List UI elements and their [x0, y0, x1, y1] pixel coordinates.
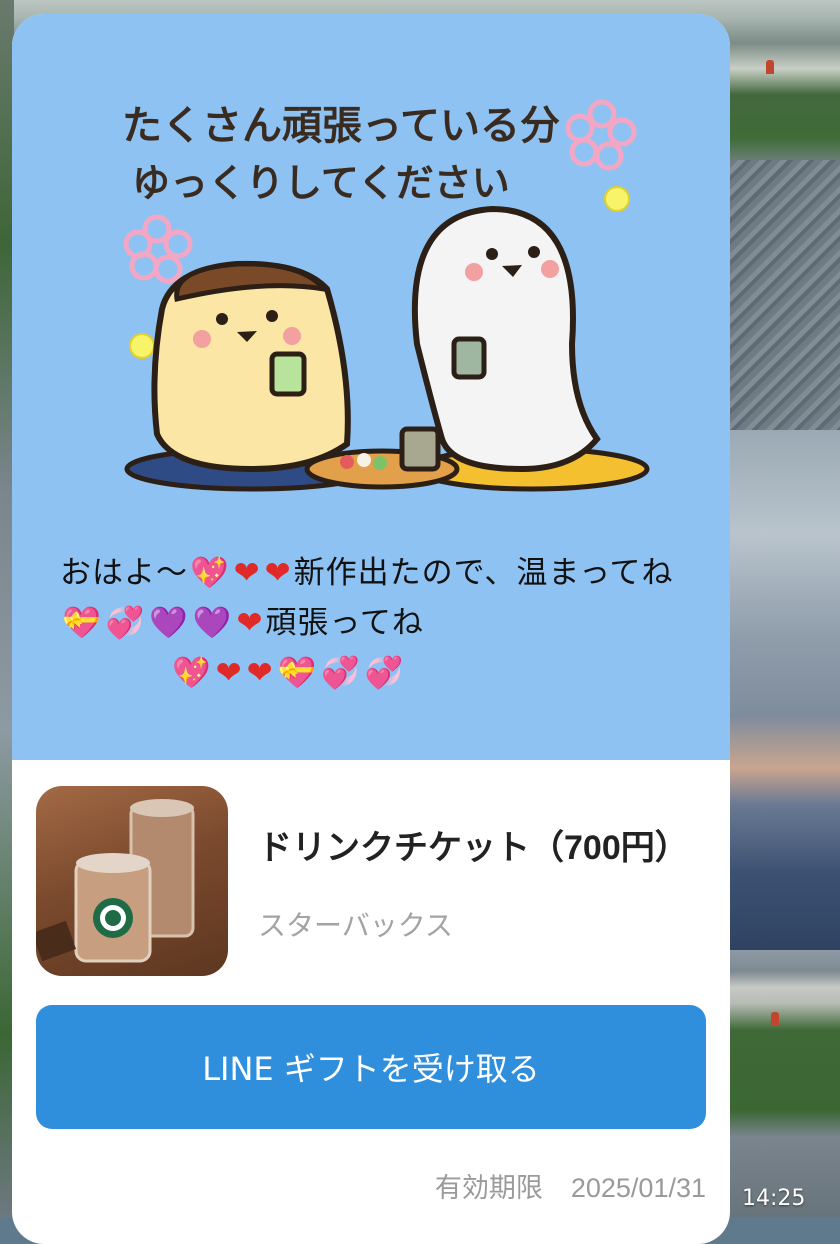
- sparkling-heart-icon: 💖: [190, 555, 230, 591]
- flower-icon: [123, 214, 193, 284]
- message-text-part: 頑張ってね: [265, 605, 424, 641]
- flower-icon: [565, 99, 637, 171]
- gift-heart-icon: 💝: [277, 655, 318, 691]
- background-photo-rock: [730, 160, 840, 430]
- sticker-caption-line1: たくさん頑張っている分: [122, 103, 560, 149]
- expiry-info: 有効期限 2025/01/31: [435, 1166, 706, 1205]
- background-photo-shore: [730, 950, 840, 1217]
- flower-icon: [604, 186, 630, 212]
- gift-brand: スターバックス: [258, 909, 453, 942]
- expiry-date: 2025/01/31: [570, 1173, 706, 1203]
- sparkling-heart-icon: 💖: [172, 655, 212, 691]
- traffic-cone: [771, 1012, 779, 1026]
- drink-image: [36, 799, 195, 963]
- gift-title: ドリンクチケット（700円）: [258, 829, 689, 867]
- gift-heart-icon: 💝: [62, 605, 102, 641]
- tea-cup: [399, 426, 441, 472]
- white-character: [411, 205, 601, 473]
- red-heart-icon: ❤: [246, 655, 274, 691]
- card-message-area: たくさん頑張っている分 ゆっくりしてください おはよ〜💖 ❤ ❤新作出たので、温…: [12, 14, 730, 760]
- receive-gift-button[interactable]: LINE ギフトを受け取る: [36, 1005, 706, 1129]
- gift-message-card[interactable]: たくさん頑張っている分 ゆっくりしてください おはよ〜💖 ❤ ❤新作出たので、温…: [12, 14, 730, 1244]
- red-heart-icon: ❤: [215, 655, 243, 691]
- purple-heart-icon: 💜: [192, 605, 233, 641]
- red-heart-icon: ❤: [264, 555, 292, 591]
- revolving-hearts-icon: 💞: [105, 605, 146, 641]
- sticker-caption-line2: ゆっくりしてください: [132, 161, 510, 205]
- flower-icon: [129, 333, 155, 359]
- message-text-part: 新作出たので、温まってね: [293, 555, 674, 591]
- revolving-hearts-icon: 💞: [321, 655, 361, 691]
- message-timestamp: 14:25: [742, 1186, 806, 1211]
- product-thumbnail[interactable]: [36, 786, 228, 976]
- message-text-part: おはよ〜: [60, 555, 188, 591]
- red-heart-icon: ❤: [233, 555, 261, 591]
- red-heart-icon: ❤: [236, 605, 264, 641]
- background-photo-sky: [730, 430, 840, 950]
- traffic-cone: [766, 60, 774, 74]
- message-text: おはよ〜💖 ❤ ❤新作出たので、温まってね💝 💞 💜 💜 ❤頑張ってね 💖 ❤ ❤ 💝 💞 💞: [60, 548, 690, 698]
- purple-heart-icon: 💜: [149, 605, 189, 641]
- revolving-hearts-icon: 💞: [364, 655, 405, 691]
- expiry-label: 有効期限: [434, 1173, 543, 1203]
- sticker-image: たくさん頑張っている分 ゆっくりしてください: [122, 99, 650, 492]
